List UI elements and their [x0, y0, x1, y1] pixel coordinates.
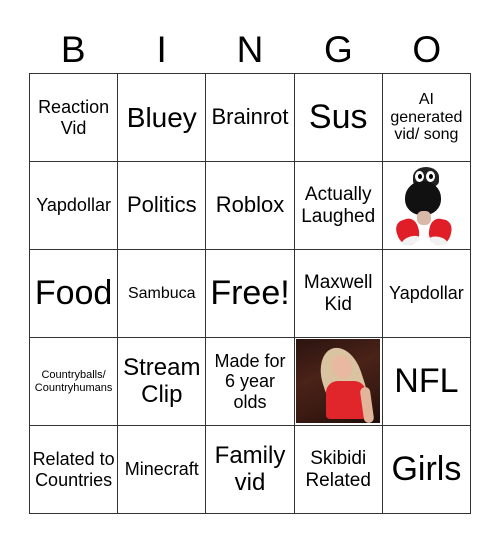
bingo-cell[interactable]: Made for 6 year olds: [206, 338, 295, 426]
cell-label: NFL: [394, 362, 459, 401]
header-letter-o: O: [412, 29, 442, 70]
cell-label: Skibidi Related: [305, 448, 371, 491]
cell-label: Reaction Vid: [38, 97, 110, 138]
bingo-cell[interactable]: Brainrot: [206, 74, 295, 162]
plush-toy-image: [391, 165, 461, 248]
photo-image: [295, 339, 380, 424]
cell-label: Roblox: [215, 192, 285, 218]
bingo-cell[interactable]: [382, 162, 471, 250]
cell-label: Girls: [391, 450, 462, 489]
cell-label: Yapdollar: [389, 283, 464, 304]
bingo-cell[interactable]: Stream Clip: [118, 338, 207, 426]
cell-label: Related to Countries: [32, 449, 115, 490]
header-letter-b: B: [60, 29, 86, 70]
bingo-cell[interactable]: Minecraft: [118, 426, 207, 514]
bingo-cell[interactable]: NFL: [382, 338, 471, 426]
cell-label: Maxwell Kid: [303, 272, 373, 315]
bingo-cell[interactable]: Roblox: [206, 162, 295, 250]
cell-label: Minecraft: [124, 459, 199, 480]
cell-label: Family vid: [214, 441, 286, 496]
bingo-cell[interactable]: Sus: [294, 74, 383, 162]
cell-label: Made for 6 year olds: [214, 351, 286, 412]
bingo-cell[interactable]: Related to Countries: [30, 426, 119, 514]
cell-label: Actually Laughed: [301, 184, 376, 227]
cell-label: Yapdollar: [36, 195, 111, 216]
cell-label: Stream Clip: [123, 353, 201, 408]
bingo-cell[interactable]: Countryballs/ Countryhumans: [30, 338, 119, 426]
bingo-cell[interactable]: Yapdollar: [382, 250, 471, 338]
bingo-cell[interactable]: Bluey: [118, 74, 207, 162]
bingo-cell[interactable]: Sambuca: [118, 250, 207, 338]
cell-label: Sus: [308, 98, 368, 137]
bingo-cell[interactable]: AI generated vid/ song: [382, 74, 471, 162]
bingo-grid: Reaction Vid Bluey Brainrot Sus AI generated…: [29, 73, 471, 514]
bingo-cell[interactable]: Skibidi Related: [294, 426, 383, 514]
bingo-cell[interactable]: [294, 338, 383, 426]
cell-label: Sambuca: [127, 284, 196, 302]
bingo-cell[interactable]: Family vid: [206, 426, 295, 514]
bingo-cell[interactable]: Food: [30, 250, 119, 338]
header-letter-i: I: [156, 29, 167, 70]
bingo-cell[interactable]: Girls: [382, 426, 471, 514]
header-letter-n: N: [236, 29, 264, 70]
bingo-cell[interactable]: Politics: [118, 162, 207, 250]
cell-label: Brainrot: [211, 104, 289, 130]
bingo-cell[interactable]: Yapdollar: [30, 162, 119, 250]
bingo-cell[interactable]: Actually Laughed: [294, 162, 383, 250]
cell-label: Politics: [126, 192, 197, 218]
cell-label: Free!: [210, 274, 290, 313]
cell-label: Food: [34, 274, 113, 313]
bingo-cell[interactable]: Free!: [206, 250, 295, 338]
bingo-header: B I N G O: [29, 28, 471, 72]
header-letter-g: G: [324, 29, 353, 70]
bingo-cell[interactable]: Maxwell Kid: [294, 250, 383, 338]
cell-label: Countryballs/ Countryhumans: [34, 369, 113, 394]
cell-label: Bluey: [126, 101, 197, 133]
bingo-cell[interactable]: Reaction Vid: [30, 74, 119, 162]
cell-label: AI generated vid/ song: [390, 90, 463, 144]
